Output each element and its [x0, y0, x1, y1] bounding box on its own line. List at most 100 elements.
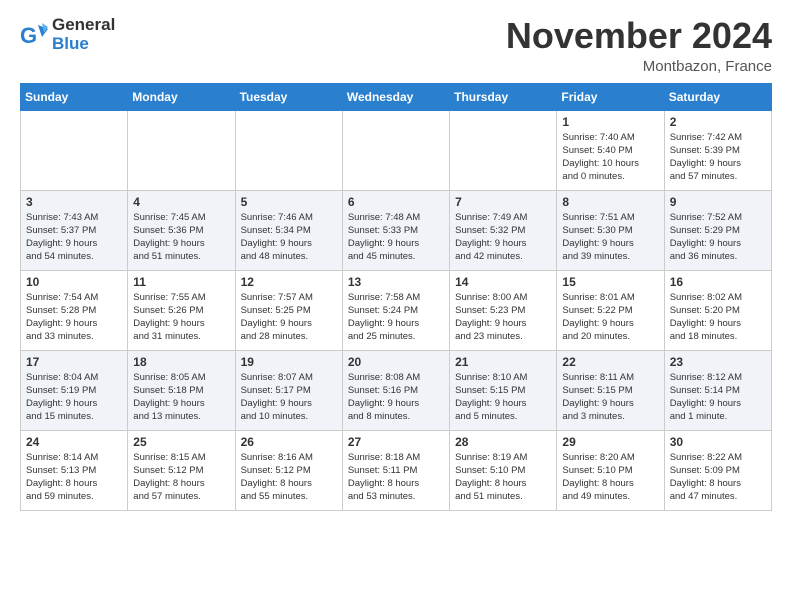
day-number: 28 [455, 435, 551, 449]
title-block: November 2024 Montbazon, France [506, 16, 772, 75]
calendar-cell: 14Sunrise: 8:00 AMSunset: 5:23 PMDayligh… [450, 270, 557, 350]
calendar-cell: 30Sunrise: 8:22 AMSunset: 5:09 PMDayligh… [664, 430, 771, 510]
day-number: 6 [348, 195, 444, 209]
day-info: Sunrise: 8:22 AMSunset: 5:09 PMDaylight:… [670, 451, 766, 504]
day-number: 18 [133, 355, 229, 369]
calendar-cell: 7 Sunrise: 7:49 AMSunset: 5:32 PMDaylight… [450, 190, 557, 270]
calendar-cell: 25 Sunrise: 8:15 AMSunset: 5:12 PMDayligh… [128, 430, 235, 510]
calendar-cell: 11 Sunrise: 7:55 AMSunset: 5:26 PMDayligh… [128, 270, 235, 350]
day-number: 20 [348, 355, 444, 369]
day-number: 26 [241, 435, 337, 449]
day-info: Sunrise: 7:52 AMSunset: 5:29 PMDaylight:… [670, 211, 766, 264]
calendar-cell: 4 Sunrise: 7:45 AMSunset: 5:36 PMDaylight… [128, 190, 235, 270]
calendar-cell: 16 Sunrise: 8:02 AMSunset: 5:20 PMDayligh… [664, 270, 771, 350]
day-info: Sunrise: 8:07 AMSunset: 5:17 PMDaylight:… [241, 371, 337, 424]
logo-general-text: General [52, 16, 115, 35]
day-info: Sunrise: 7:55 AMSunset: 5:26 PMDaylight:… [133, 291, 229, 344]
day-info: Sunrise: 7:57 AMSunset: 5:25 PMDaylight:… [241, 291, 337, 344]
calendar-cell [235, 110, 342, 190]
week-row-2: 10 Sunrise: 7:54 AMSunset: 5:28 PMDayligh… [21, 270, 772, 350]
calendar-cell: 18 Sunrise: 8:05 AMSunset: 5:18 PMDayligh… [128, 350, 235, 430]
calendar-cell: 27 Sunrise: 8:18 AMSunset: 5:11 PMDayligh… [342, 430, 449, 510]
day-info: Sunrise: 8:02 AMSunset: 5:20 PMDaylight:… [670, 291, 766, 344]
day-info: Sunrise: 8:18 AMSunset: 5:11 PMDaylight:… [348, 451, 444, 504]
day-info: Sunrise: 7:49 AMSunset: 5:32 PMDaylight:… [455, 211, 551, 264]
calendar-cell: 20Sunrise: 8:08 AMSunset: 5:16 PMDayligh… [342, 350, 449, 430]
calendar-cell: 29Sunrise: 8:20 AMSunset: 5:10 PMDayligh… [557, 430, 664, 510]
day-number: 22 [562, 355, 658, 369]
day-number: 11 [133, 275, 229, 289]
calendar-cell [342, 110, 449, 190]
day-number: 7 [455, 195, 551, 209]
day-number: 10 [26, 275, 122, 289]
weekday-header-saturday: Saturday [664, 83, 771, 110]
day-number: 15 [562, 275, 658, 289]
day-info: Sunrise: 7:51 AMSunset: 5:30 PMDaylight:… [562, 211, 658, 264]
day-number: 9 [670, 195, 766, 209]
day-info: Sunrise: 7:54 AMSunset: 5:28 PMDaylight:… [26, 291, 122, 344]
calendar-cell: 6 Sunrise: 7:48 AMSunset: 5:33 PMDaylight… [342, 190, 449, 270]
calendar-cell: 1 Sunrise: 7:40 AMSunset: 5:40 PMDaylight… [557, 110, 664, 190]
day-number: 5 [241, 195, 337, 209]
day-number: 4 [133, 195, 229, 209]
calendar-cell: 23 Sunrise: 8:12 AMSunset: 5:14 PMDayligh… [664, 350, 771, 430]
day-info: Sunrise: 8:15 AMSunset: 5:12 PMDaylight:… [133, 451, 229, 504]
day-number: 13 [348, 275, 444, 289]
day-info: Sunrise: 7:48 AMSunset: 5:33 PMDaylight:… [348, 211, 444, 264]
week-row-0: 1 Sunrise: 7:40 AMSunset: 5:40 PMDaylight… [21, 110, 772, 190]
weekday-header-sunday: Sunday [21, 83, 128, 110]
week-row-3: 17Sunrise: 8:04 AMSunset: 5:19 PMDayligh… [21, 350, 772, 430]
weekday-header-monday: Monday [128, 83, 235, 110]
day-info: Sunrise: 7:42 AMSunset: 5:39 PMDaylight:… [670, 131, 766, 184]
day-number: 21 [455, 355, 551, 369]
day-info: Sunrise: 8:00 AMSunset: 5:23 PMDaylight:… [455, 291, 551, 344]
day-number: 24 [26, 435, 122, 449]
day-info: Sunrise: 7:45 AMSunset: 5:36 PMDaylight:… [133, 211, 229, 264]
logo-text: General Blue [52, 16, 115, 53]
month-title: November 2024 [506, 16, 772, 56]
day-number: 1 [562, 115, 658, 129]
calendar-cell: 5 Sunrise: 7:46 AMSunset: 5:34 PMDaylight… [235, 190, 342, 270]
logo-icon: G [20, 21, 48, 49]
day-number: 23 [670, 355, 766, 369]
day-info: Sunrise: 8:01 AMSunset: 5:22 PMDaylight:… [562, 291, 658, 344]
week-row-1: 3 Sunrise: 7:43 AMSunset: 5:37 PMDaylight… [21, 190, 772, 270]
calendar-cell: 28 Sunrise: 8:19 AMSunset: 5:10 PMDayligh… [450, 430, 557, 510]
calendar-table: SundayMondayTuesdayWednesdayThursdayFrid… [20, 83, 772, 511]
day-number: 2 [670, 115, 766, 129]
calendar-cell: 26 Sunrise: 8:16 AMSunset: 5:12 PMDayligh… [235, 430, 342, 510]
day-info: Sunrise: 8:12 AMSunset: 5:14 PMDaylight:… [670, 371, 766, 424]
calendar-cell: 9 Sunrise: 7:52 AMSunset: 5:29 PMDaylight… [664, 190, 771, 270]
weekday-header-tuesday: Tuesday [235, 83, 342, 110]
day-info: Sunrise: 7:43 AMSunset: 5:37 PMDaylight:… [26, 211, 122, 264]
day-number: 29 [562, 435, 658, 449]
weekday-header-wednesday: Wednesday [342, 83, 449, 110]
calendar-cell: 15 Sunrise: 8:01 AMSunset: 5:22 PMDayligh… [557, 270, 664, 350]
day-info: Sunrise: 7:40 AMSunset: 5:40 PMDaylight:… [562, 131, 658, 184]
calendar-cell: 17Sunrise: 8:04 AMSunset: 5:19 PMDayligh… [21, 350, 128, 430]
calendar-cell: 12 Sunrise: 7:57 AMSunset: 5:25 PMDayligh… [235, 270, 342, 350]
day-info: Sunrise: 7:46 AMSunset: 5:34 PMDaylight:… [241, 211, 337, 264]
day-number: 16 [670, 275, 766, 289]
day-info: Sunrise: 8:04 AMSunset: 5:19 PMDaylight:… [26, 371, 122, 424]
day-info: Sunrise: 8:19 AMSunset: 5:10 PMDaylight:… [455, 451, 551, 504]
calendar-cell [128, 110, 235, 190]
day-number: 27 [348, 435, 444, 449]
day-info: Sunrise: 8:14 AMSunset: 5:13 PMDaylight:… [26, 451, 122, 504]
week-row-4: 24 Sunrise: 8:14 AMSunset: 5:13 PMDayligh… [21, 430, 772, 510]
weekday-header-row: SundayMondayTuesdayWednesdayThursdayFrid… [21, 83, 772, 110]
day-number: 25 [133, 435, 229, 449]
location: Montbazon, France [506, 58, 772, 75]
day-number: 12 [241, 275, 337, 289]
calendar-cell: 22Sunrise: 8:11 AMSunset: 5:15 PMDayligh… [557, 350, 664, 430]
day-info: Sunrise: 8:05 AMSunset: 5:18 PMDaylight:… [133, 371, 229, 424]
day-info: Sunrise: 8:16 AMSunset: 5:12 PMDaylight:… [241, 451, 337, 504]
calendar-cell: 13Sunrise: 7:58 AMSunset: 5:24 PMDayligh… [342, 270, 449, 350]
weekday-header-thursday: Thursday [450, 83, 557, 110]
svg-text:G: G [20, 23, 37, 48]
calendar-cell: 8Sunrise: 7:51 AMSunset: 5:30 PMDaylight… [557, 190, 664, 270]
day-number: 3 [26, 195, 122, 209]
logo-blue-text: Blue [52, 35, 115, 54]
logo: G General Blue [20, 16, 115, 53]
day-number: 19 [241, 355, 337, 369]
